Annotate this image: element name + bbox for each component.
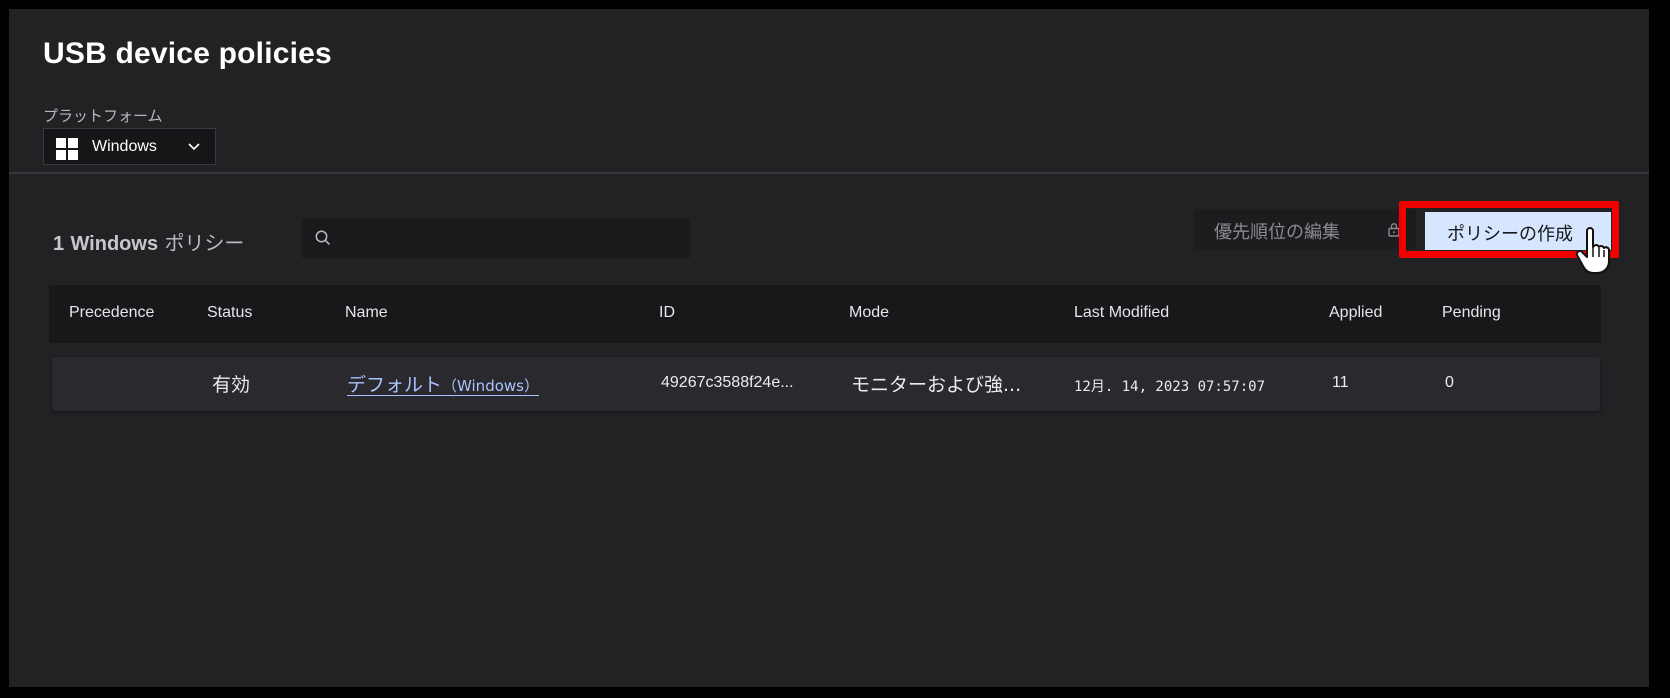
- hand-pointer-icon: [1575, 227, 1610, 274]
- screenshot-frame: USB device policies プラットフォーム Windows 1 W…: [5, 5, 1653, 691]
- search-icon: [315, 230, 331, 246]
- column-header-mode[interactable]: Mode: [849, 304, 889, 322]
- platform-dropdown[interactable]: Windows: [43, 128, 216, 165]
- column-header-id[interactable]: ID: [659, 304, 675, 322]
- page-title: USB device policies: [43, 37, 332, 70]
- chevron-down-icon: [188, 143, 200, 151]
- cell-mode: モニターおよび強...: [851, 374, 1022, 396]
- platform-label: プラットフォーム: [43, 107, 163, 125]
- policy-name-suffix: （Windows）: [442, 377, 539, 395]
- column-header-last-modified[interactable]: Last Modified: [1074, 304, 1169, 322]
- header-divider: [9, 172, 1649, 174]
- cell-status: 有効: [212, 374, 251, 396]
- cell-last-modified: 12月. 14, 2023 07:57:07: [1074, 379, 1266, 395]
- table-row[interactable]: 有効 デフォルト（Windows） 49267c3588f24e... モニター…: [52, 357, 1600, 411]
- column-header-status[interactable]: Status: [207, 304, 252, 322]
- edit-priority-button[interactable]: 優先順位の編集: [1194, 209, 1416, 249]
- table-header-row: Precedence Status Name ID Mode Last Modi…: [49, 285, 1601, 343]
- cell-id: 49267c3588f24e...: [661, 374, 794, 391]
- policy-count-suffix: ポリシー: [164, 231, 245, 255]
- policy-count: 1 Windows ポリシー: [53, 227, 244, 256]
- search-box[interactable]: [302, 218, 690, 258]
- policy-name-link[interactable]: デフォルト（Windows）: [347, 370, 539, 397]
- platform-selected-value: Windows: [92, 138, 157, 155]
- policy-count-platform: Windows: [70, 233, 159, 255]
- column-header-applied[interactable]: Applied: [1329, 304, 1382, 322]
- column-header-name[interactable]: Name: [345, 304, 388, 322]
- cell-pending: 0: [1445, 374, 1454, 391]
- windows-icon: [56, 138, 78, 160]
- search-input[interactable]: [336, 224, 680, 252]
- main-panel: USB device policies プラットフォーム Windows 1 W…: [9, 9, 1649, 687]
- column-header-precedence[interactable]: Precedence: [69, 304, 154, 322]
- edit-priority-label: 優先順位の編集: [1214, 222, 1340, 243]
- policy-count-number: 1: [53, 233, 65, 255]
- column-header-pending[interactable]: Pending: [1442, 304, 1501, 322]
- cell-applied: 11: [1332, 374, 1349, 391]
- policy-name-text: デフォルト: [347, 374, 443, 396]
